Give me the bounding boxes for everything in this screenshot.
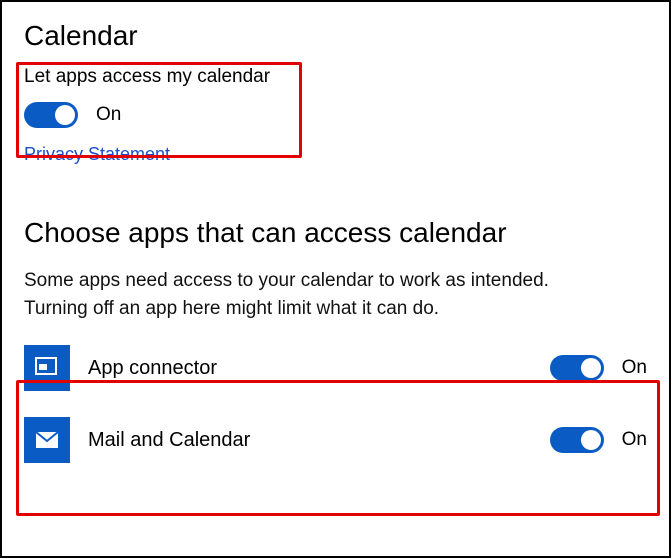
app-list: App connector On Mail and Calendar bbox=[24, 344, 647, 464]
master-toggle-section: Let apps access my calendar On bbox=[24, 66, 647, 128]
app-row-app-connector: App connector On bbox=[24, 344, 647, 392]
section-help-text: Some apps need access to your calendar t… bbox=[24, 267, 594, 322]
mail-calendar-toggle[interactable] bbox=[550, 427, 604, 453]
toggle-knob bbox=[55, 105, 75, 125]
mail-calendar-icon bbox=[24, 417, 70, 463]
app-connector-toggle[interactable] bbox=[550, 355, 604, 381]
page-title: Calendar bbox=[24, 20, 647, 52]
section-heading: Choose apps that can access calendar bbox=[24, 217, 647, 249]
master-toggle-state: On bbox=[96, 104, 121, 126]
mail-calendar-toggle-state: On bbox=[622, 429, 647, 451]
master-toggle-label: Let apps access my calendar bbox=[24, 66, 647, 88]
master-toggle[interactable] bbox=[24, 102, 78, 128]
privacy-statement-link[interactable]: Privacy Statement bbox=[24, 144, 170, 165]
app-name-label: App connector bbox=[88, 357, 532, 380]
toggle-knob bbox=[581, 430, 601, 450]
app-row-mail-calendar: Mail and Calendar On bbox=[24, 416, 647, 464]
app-name-label: Mail and Calendar bbox=[88, 429, 532, 452]
toggle-knob bbox=[581, 358, 601, 378]
app-connector-toggle-state: On bbox=[622, 357, 647, 379]
app-connector-icon bbox=[24, 345, 70, 391]
